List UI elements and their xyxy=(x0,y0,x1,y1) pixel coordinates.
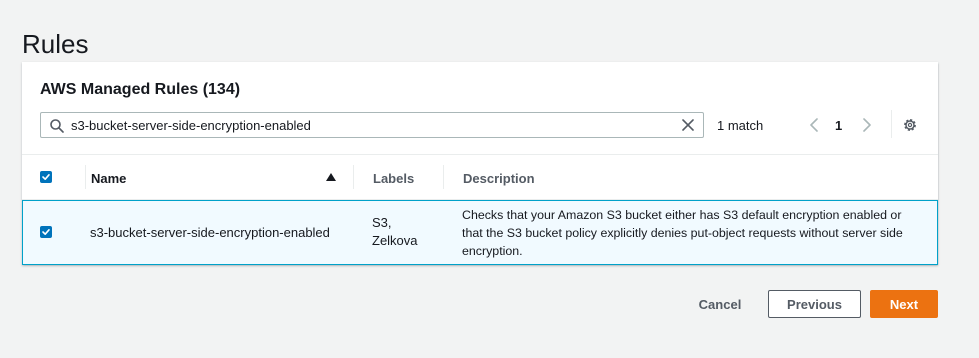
column-divider xyxy=(353,165,354,189)
next-button[interactable]: Next xyxy=(870,290,938,318)
panel-title: AWS Managed Rules (134) xyxy=(40,81,241,98)
match-count: 1 match xyxy=(717,118,764,133)
table-row[interactable]: s3-bucket-server-side-encryption-enabled… xyxy=(22,200,938,265)
page-title: Rules xyxy=(22,29,89,60)
rule-labels: S3, Zelkova xyxy=(372,214,418,250)
table-header: Name Labels Description xyxy=(22,154,938,200)
pagination-divider xyxy=(891,110,892,138)
check-icon xyxy=(42,173,50,180)
column-divider xyxy=(85,165,86,189)
managed-rules-panel: AWS Managed Rules (134) 1 match 1 Name xyxy=(22,62,938,265)
gear-icon[interactable] xyxy=(902,117,918,133)
rule-label: Zelkova xyxy=(372,233,418,248)
search-icon xyxy=(50,119,64,133)
sort-ascending-icon[interactable] xyxy=(326,173,336,181)
select-all-checkbox[interactable] xyxy=(40,171,52,183)
close-icon[interactable] xyxy=(681,118,695,132)
column-header-name[interactable]: Name xyxy=(91,171,126,186)
column-divider xyxy=(443,165,444,189)
column-header-labels[interactable]: Labels xyxy=(373,171,414,186)
search-box[interactable] xyxy=(40,112,704,138)
rule-label: S3, xyxy=(372,215,392,230)
search-input[interactable] xyxy=(71,115,671,135)
chevron-right-icon[interactable] xyxy=(860,117,874,133)
row-checkbox[interactable] xyxy=(40,226,52,238)
previous-button[interactable]: Previous xyxy=(768,290,861,318)
column-header-description[interactable]: Description xyxy=(463,171,535,186)
pagination-current-page[interactable]: 1 xyxy=(835,118,842,133)
check-icon xyxy=(42,228,50,235)
cancel-button[interactable]: Cancel xyxy=(690,290,750,318)
rule-name: s3-bucket-server-side-encryption-enabled xyxy=(90,225,330,240)
chevron-left-icon[interactable] xyxy=(807,117,821,133)
rule-description: Checks that your Amazon S3 bucket either… xyxy=(462,208,903,258)
